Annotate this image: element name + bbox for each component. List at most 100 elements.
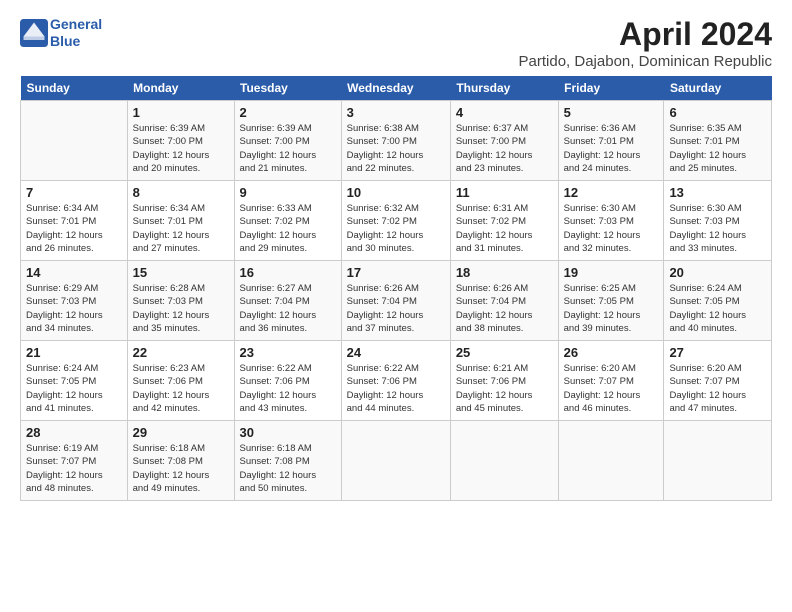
day-info: Sunrise: 6:20 AM Sunset: 7:07 PM Dayligh… (669, 362, 766, 415)
calendar-cell: 1Sunrise: 6:39 AM Sunset: 7:00 PM Daylig… (127, 101, 234, 181)
day-number: 1 (133, 105, 229, 120)
calendar-cell: 19 Sunrise: 6:25 AM Sunset: 7:05 PM Dayli… (558, 261, 664, 341)
header-monday: Monday (127, 76, 234, 101)
day-number: 2 (240, 105, 336, 120)
day-info: Sunrise: 6:31 AM Sunset: 7:02 PM Dayligh… (456, 202, 553, 255)
day-info: Sunrise: 6:28 AM Sunset: 7:03 PM Dayligh… (133, 282, 229, 335)
calendar-cell: 5 Sunrise: 6:36 AM Sunset: 7:01 PM Daylig… (558, 101, 664, 181)
day-number: 14 (26, 265, 122, 280)
day-info: Sunrise: 6:36 AM Sunset: 7:01 PM Dayligh… (564, 122, 659, 175)
day-info: Sunrise: 6:32 AM Sunset: 7:02 PM Dayligh… (347, 202, 445, 255)
day-number: 9 (240, 185, 336, 200)
day-info: Sunrise: 6:34 AM Sunset: 7:01 PM Dayligh… (26, 202, 122, 255)
calendar-cell: 18 Sunrise: 6:26 AM Sunset: 7:04 PM Dayli… (450, 261, 558, 341)
day-number: 24 (347, 345, 445, 360)
logo-line2: Blue (50, 33, 102, 50)
location-subtitle: Partido, Dajabon, Dominican Republic (519, 53, 772, 70)
day-number: 21 (26, 345, 122, 360)
day-number: 30 (240, 425, 336, 440)
calendar-cell: 13 Sunrise: 6:30 AM Sunset: 7:03 PM Dayli… (664, 181, 772, 261)
day-info: Sunrise: 6:33 AM Sunset: 7:02 PM Dayligh… (240, 202, 336, 255)
day-info: Sunrise: 6:21 AM Sunset: 7:06 PM Dayligh… (456, 362, 553, 415)
day-info: Sunrise: 6:26 AM Sunset: 7:04 PM Dayligh… (347, 282, 445, 335)
calendar-week-5: 28 Sunrise: 6:19 AM Sunset: 7:07 PM Dayli… (21, 421, 772, 501)
month-title: April 2024 (519, 16, 772, 53)
calendar-cell: 27 Sunrise: 6:20 AM Sunset: 7:07 PM Dayli… (664, 341, 772, 421)
day-number: 19 (564, 265, 659, 280)
calendar-cell: 3Sunrise: 6:38 AM Sunset: 7:00 PM Daylig… (341, 101, 450, 181)
day-info: Sunrise: 6:34 AM Sunset: 7:01 PM Dayligh… (133, 202, 229, 255)
day-number: 29 (133, 425, 229, 440)
day-info: Sunrise: 6:37 AM Sunset: 7:00 PM Dayligh… (456, 122, 553, 175)
day-info: Sunrise: 6:29 AM Sunset: 7:03 PM Dayligh… (26, 282, 122, 335)
day-number: 6 (669, 105, 766, 120)
calendar-cell: 21Sunrise: 6:24 AM Sunset: 7:05 PM Dayli… (21, 341, 128, 421)
day-info: Sunrise: 6:27 AM Sunset: 7:04 PM Dayligh… (240, 282, 336, 335)
day-number: 28 (26, 425, 122, 440)
day-info: Sunrise: 6:35 AM Sunset: 7:01 PM Dayligh… (669, 122, 766, 175)
header-thursday: Thursday (450, 76, 558, 101)
calendar-cell: 2Sunrise: 6:39 AM Sunset: 7:00 PM Daylig… (234, 101, 341, 181)
day-number: 5 (564, 105, 659, 120)
calendar-cell (664, 421, 772, 501)
calendar-cell: 22 Sunrise: 6:23 AM Sunset: 7:06 PM Dayli… (127, 341, 234, 421)
calendar-cell: 6 Sunrise: 6:35 AM Sunset: 7:01 PM Daylig… (664, 101, 772, 181)
calendar-week-4: 21Sunrise: 6:24 AM Sunset: 7:05 PM Dayli… (21, 341, 772, 421)
day-number: 18 (456, 265, 553, 280)
logo-icon (20, 19, 48, 47)
calendar-cell (21, 101, 128, 181)
day-number: 12 (564, 185, 659, 200)
day-info: Sunrise: 6:25 AM Sunset: 7:05 PM Dayligh… (564, 282, 659, 335)
calendar-cell: 28 Sunrise: 6:19 AM Sunset: 7:07 PM Dayli… (21, 421, 128, 501)
day-number: 3 (347, 105, 445, 120)
day-number: 7 (26, 185, 122, 200)
calendar-cell (558, 421, 664, 501)
day-number: 20 (669, 265, 766, 280)
day-number: 27 (669, 345, 766, 360)
calendar-cell: 20 Sunrise: 6:24 AM Sunset: 7:05 PM Dayli… (664, 261, 772, 341)
day-info: Sunrise: 6:30 AM Sunset: 7:03 PM Dayligh… (669, 202, 766, 255)
day-number: 23 (240, 345, 336, 360)
day-info: Sunrise: 6:19 AM Sunset: 7:07 PM Dayligh… (26, 442, 122, 495)
day-info: Sunrise: 6:30 AM Sunset: 7:03 PM Dayligh… (564, 202, 659, 255)
calendar-header-row: SundayMondayTuesdayWednesdayThursdayFrid… (21, 76, 772, 101)
day-number: 13 (669, 185, 766, 200)
calendar-week-2: 7 Sunrise: 6:34 AM Sunset: 7:01 PM Daylig… (21, 181, 772, 261)
calendar-cell: 11 Sunrise: 6:31 AM Sunset: 7:02 PM Dayli… (450, 181, 558, 261)
day-number: 11 (456, 185, 553, 200)
calendar-cell: 7 Sunrise: 6:34 AM Sunset: 7:01 PM Daylig… (21, 181, 128, 261)
calendar-cell: 15 Sunrise: 6:28 AM Sunset: 7:03 PM Dayli… (127, 261, 234, 341)
day-info: Sunrise: 6:23 AM Sunset: 7:06 PM Dayligh… (133, 362, 229, 415)
header-saturday: Saturday (664, 76, 772, 101)
calendar-cell: 10 Sunrise: 6:32 AM Sunset: 7:02 PM Dayli… (341, 181, 450, 261)
day-number: 22 (133, 345, 229, 360)
title-block: April 2024 Partido, Dajabon, Dominican R… (519, 16, 772, 70)
calendar-table: SundayMondayTuesdayWednesdayThursdayFrid… (20, 76, 772, 501)
calendar-cell: 4 Sunrise: 6:37 AM Sunset: 7:00 PM Daylig… (450, 101, 558, 181)
day-number: 16 (240, 265, 336, 280)
day-number: 4 (456, 105, 553, 120)
day-number: 25 (456, 345, 553, 360)
calendar-cell: 14 Sunrise: 6:29 AM Sunset: 7:03 PM Dayli… (21, 261, 128, 341)
day-number: 15 (133, 265, 229, 280)
logo: General Blue (20, 16, 102, 50)
calendar-cell (341, 421, 450, 501)
day-number: 8 (133, 185, 229, 200)
day-info: Sunrise: 6:24 AM Sunset: 7:05 PM Dayligh… (669, 282, 766, 335)
calendar-cell: 29 Sunrise: 6:18 AM Sunset: 7:08 PM Dayli… (127, 421, 234, 501)
calendar-cell (450, 421, 558, 501)
day-info: Sunrise: 6:26 AM Sunset: 7:04 PM Dayligh… (456, 282, 553, 335)
header-tuesday: Tuesday (234, 76, 341, 101)
calendar-cell: 8 Sunrise: 6:34 AM Sunset: 7:01 PM Daylig… (127, 181, 234, 261)
calendar-cell: 23 Sunrise: 6:22 AM Sunset: 7:06 PM Dayli… (234, 341, 341, 421)
day-info: Sunrise: 6:18 AM Sunset: 7:08 PM Dayligh… (133, 442, 229, 495)
main-container: General Blue April 2024 Partido, Dajabon… (0, 0, 792, 511)
day-info: Sunrise: 6:22 AM Sunset: 7:06 PM Dayligh… (240, 362, 336, 415)
logo-line1: General (50, 16, 102, 33)
calendar-cell: 16 Sunrise: 6:27 AM Sunset: 7:04 PM Dayli… (234, 261, 341, 341)
calendar-cell: 12 Sunrise: 6:30 AM Sunset: 7:03 PM Dayli… (558, 181, 664, 261)
calendar-cell: 30Sunrise: 6:18 AM Sunset: 7:08 PM Dayli… (234, 421, 341, 501)
day-number: 10 (347, 185, 445, 200)
calendar-week-1: 1Sunrise: 6:39 AM Sunset: 7:00 PM Daylig… (21, 101, 772, 181)
header-wednesday: Wednesday (341, 76, 450, 101)
